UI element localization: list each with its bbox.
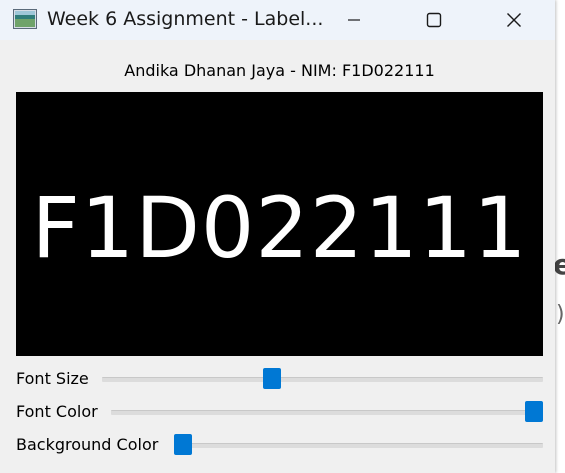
font-size-slider[interactable] [102,367,543,391]
background-window-text: ) [556,302,565,327]
font-size-label: Font Size [16,369,89,388]
author-label: Andika Dhanan Jaya - NIM: F1D022111 [124,61,435,80]
background-color-label: Background Color [16,435,159,454]
window-title: Week 6 Assignment - Label... [47,8,324,30]
font-color-label: Font Color [16,402,98,421]
preview-label-box: F1D022111 [16,92,543,356]
close-button[interactable] [474,0,554,40]
maximize-icon [426,12,442,28]
app-window: Week 6 Assignment - Label... Andika Dhan… [0,0,555,473]
maximize-button[interactable] [394,0,474,40]
font-size-row: Font Size [16,367,543,391]
slider-track [111,410,543,415]
minimize-icon [348,19,360,21]
close-icon [507,13,521,27]
slider-handle[interactable] [174,434,192,455]
minimize-button[interactable] [314,0,394,40]
title-bar[interactable]: Week 6 Assignment - Label... [0,0,555,40]
slider-handle[interactable] [263,368,281,389]
background-color-row: Background Color [16,433,543,457]
slider-handle[interactable] [525,401,543,422]
app-window-icon [13,9,37,29]
slider-track [102,377,543,382]
slider-track [174,443,543,448]
background-color-slider[interactable] [174,433,543,457]
font-color-row: Font Color [16,400,543,424]
font-color-slider[interactable] [111,400,543,424]
preview-label-text: F1D022111 [31,179,528,277]
